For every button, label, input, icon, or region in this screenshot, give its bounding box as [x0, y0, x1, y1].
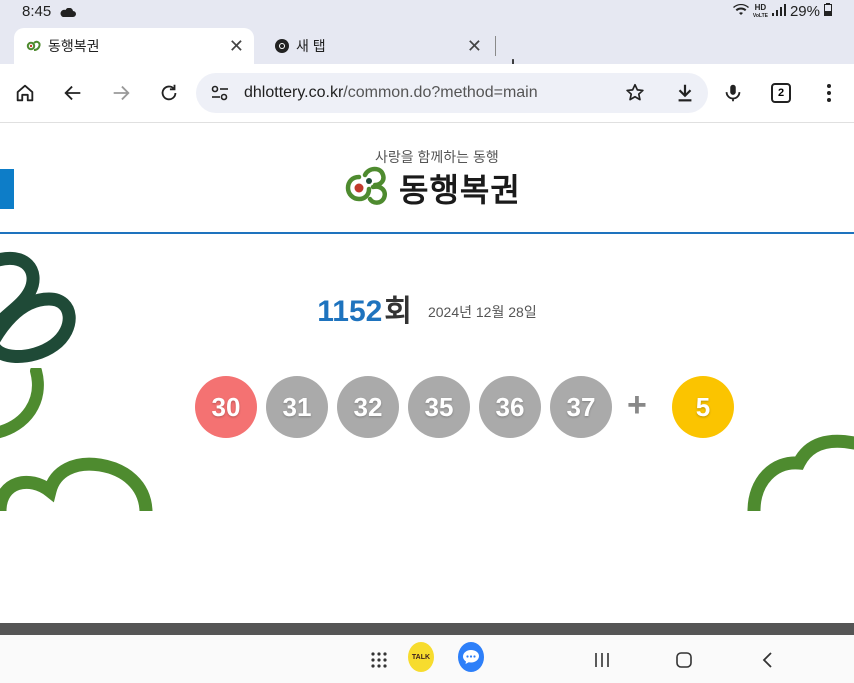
- tab-title: 새 탭: [296, 38, 326, 54]
- bonus-ball: 5: [672, 376, 734, 438]
- wifi-icon: [732, 3, 749, 20]
- menu-tab-edge[interactable]: [0, 169, 14, 209]
- donghaeng-favicon-icon: [26, 38, 42, 54]
- tab-count: 2: [771, 83, 791, 103]
- draw-date: 2024년 12월 28일: [427, 304, 537, 320]
- microphone-icon[interactable]: [718, 78, 748, 108]
- recent-apps-icon[interactable]: [589, 647, 615, 673]
- chrome-icon: [274, 38, 290, 54]
- green-cloud-right-decoration: [747, 434, 854, 511]
- home-button-icon[interactable]: [671, 647, 697, 673]
- hd-label: HD: [754, 2, 767, 12]
- web-page: 사랑을 함께하는 동행 동행복권 1152회 2024년 12월 28일 30 3…: [0, 123, 854, 623]
- address-bar[interactable]: dhlottery.co.kr/common.do?method=main: [196, 73, 708, 113]
- close-tab-icon[interactable]: ✕: [467, 36, 482, 57]
- plus-sign: +: [627, 386, 647, 424]
- reload-icon[interactable]: [154, 78, 184, 108]
- winning-numbers: 30 31 32 35 36 37 + 5: [195, 376, 755, 438]
- kakaotalk-label: TALK: [408, 642, 434, 672]
- tab-new-tab[interactable]: 새 탭 ✕: [262, 28, 496, 64]
- site-brand-name: 동행복권: [399, 172, 521, 208]
- url-path: /common.do?method=main: [343, 84, 538, 101]
- download-icon[interactable]: [674, 82, 696, 109]
- draw-number: 1152: [317, 295, 383, 328]
- site-tagline: 사랑을 함께하는 동행: [375, 149, 499, 165]
- close-tab-icon[interactable]: ✕: [229, 36, 244, 57]
- url-text[interactable]: dhlottery.co.kr/common.do?method=main: [244, 84, 538, 102]
- winning-ball: 32: [337, 376, 399, 438]
- draw-unit: 회: [384, 295, 412, 328]
- kakaotalk-app-icon[interactable]: TALK: [408, 642, 434, 672]
- winning-ball: 36: [479, 376, 541, 438]
- green-arc-decoration: [0, 368, 44, 439]
- status-bar: 8:45 HD VoLTE 29%: [0, 0, 854, 24]
- header-divider: [0, 232, 854, 234]
- tab-donghaeng[interactable]: 동행복권 ✕: [14, 28, 254, 64]
- more-menu-icon[interactable]: [814, 78, 844, 108]
- back-icon[interactable]: [58, 78, 88, 108]
- winning-ball: 37: [550, 376, 612, 438]
- page-blank-area: [0, 511, 854, 623]
- tab-title: 동행복권: [48, 38, 100, 54]
- winning-ball: 30: [195, 376, 257, 438]
- back-button-icon[interactable]: [755, 647, 781, 673]
- tab-separator: [495, 36, 496, 56]
- battery-icon: [824, 3, 832, 20]
- winning-ball: 35: [408, 376, 470, 438]
- cloud-icon: [60, 5, 76, 22]
- battery-percent: 29%: [789, 3, 820, 20]
- volte-label: VoLTE: [752, 12, 768, 19]
- messages-app-icon[interactable]: [458, 642, 484, 672]
- tab-strip: 동행복권 ✕ 새 탭 ✕ +: [0, 24, 854, 79]
- system-navigation-bar: TALK: [0, 635, 854, 683]
- bookmark-star-icon[interactable]: [624, 82, 646, 109]
- app-drawer-icon[interactable]: [366, 647, 392, 673]
- tab-switcher-button[interactable]: 2: [766, 78, 796, 108]
- forward-icon[interactable]: [106, 78, 136, 108]
- status-time: 8:45: [22, 3, 52, 20]
- signal-icon: [771, 3, 786, 20]
- volte-indicator: HD VoLTE: [752, 2, 768, 20]
- site-logo[interactable]: 사랑을 함께하는 동행 동행복권: [345, 145, 535, 209]
- page-footer-bar: [0, 623, 854, 635]
- draw-info: 1152회 2024년 12월 28일: [0, 286, 854, 330]
- home-icon[interactable]: [10, 78, 40, 108]
- url-host: dhlottery.co.kr: [244, 84, 344, 101]
- clover-logo-icon: [345, 163, 391, 212]
- winning-ball: 31: [266, 376, 328, 438]
- green-cloud-left-decoration: [0, 457, 153, 515]
- site-settings-icon[interactable]: [210, 83, 230, 108]
- browser-toolbar: dhlottery.co.kr/common.do?method=main 2: [0, 64, 854, 123]
